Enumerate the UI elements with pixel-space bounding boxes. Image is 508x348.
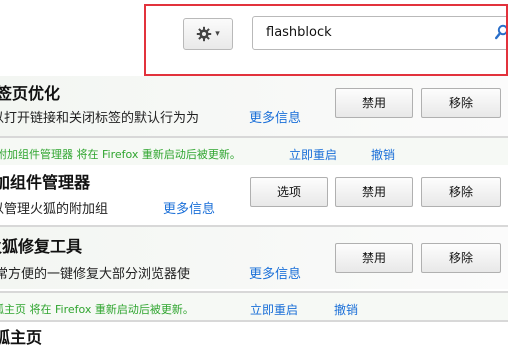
addon-title: 火狐修复工具 xyxy=(0,237,83,256)
disable-button[interactable]: 禁用 xyxy=(335,177,413,207)
addon-title: 火狐主页 xyxy=(0,328,43,347)
more-info-link[interactable]: 更多信息 xyxy=(249,107,301,126)
addon-description: 可以打开链接和关闭标签的默认行为为 xyxy=(0,111,200,126)
addon-title: 附加组件管理器 xyxy=(0,173,91,192)
update-notice: 附加组件管理器 将在 Firefox 重新启动后被更新。 xyxy=(0,148,241,161)
more-info-link[interactable]: 更多信息 xyxy=(163,198,215,217)
remove-button[interactable]: 移除 xyxy=(421,177,501,207)
update-notice: 火狐主页 将在 Firefox 重新启动后被更新。 xyxy=(0,303,194,316)
highlight-annotation xyxy=(144,4,508,76)
disable-button[interactable]: 禁用 xyxy=(335,88,413,118)
addon-description: 可以管理火狐的附加组 xyxy=(0,202,109,217)
options-button[interactable]: 选项 xyxy=(250,177,328,207)
undo-link[interactable]: 撤销 xyxy=(334,301,358,318)
more-info-link[interactable]: 更多信息 xyxy=(249,263,301,282)
restart-now-link[interactable]: 立即重启 xyxy=(250,301,298,318)
remove-button[interactable]: 移除 xyxy=(421,243,501,273)
addon-description: 非常方便的一键修复大部分浏览器使 xyxy=(0,267,191,282)
restart-now-link[interactable]: 立即重启 xyxy=(289,146,337,163)
addon-title: 标签页优化 xyxy=(0,84,61,103)
undo-link[interactable]: 撤销 xyxy=(371,146,395,163)
row-divider xyxy=(0,320,508,322)
remove-button[interactable]: 移除 xyxy=(421,88,501,118)
disable-button[interactable]: 禁用 xyxy=(335,243,413,273)
